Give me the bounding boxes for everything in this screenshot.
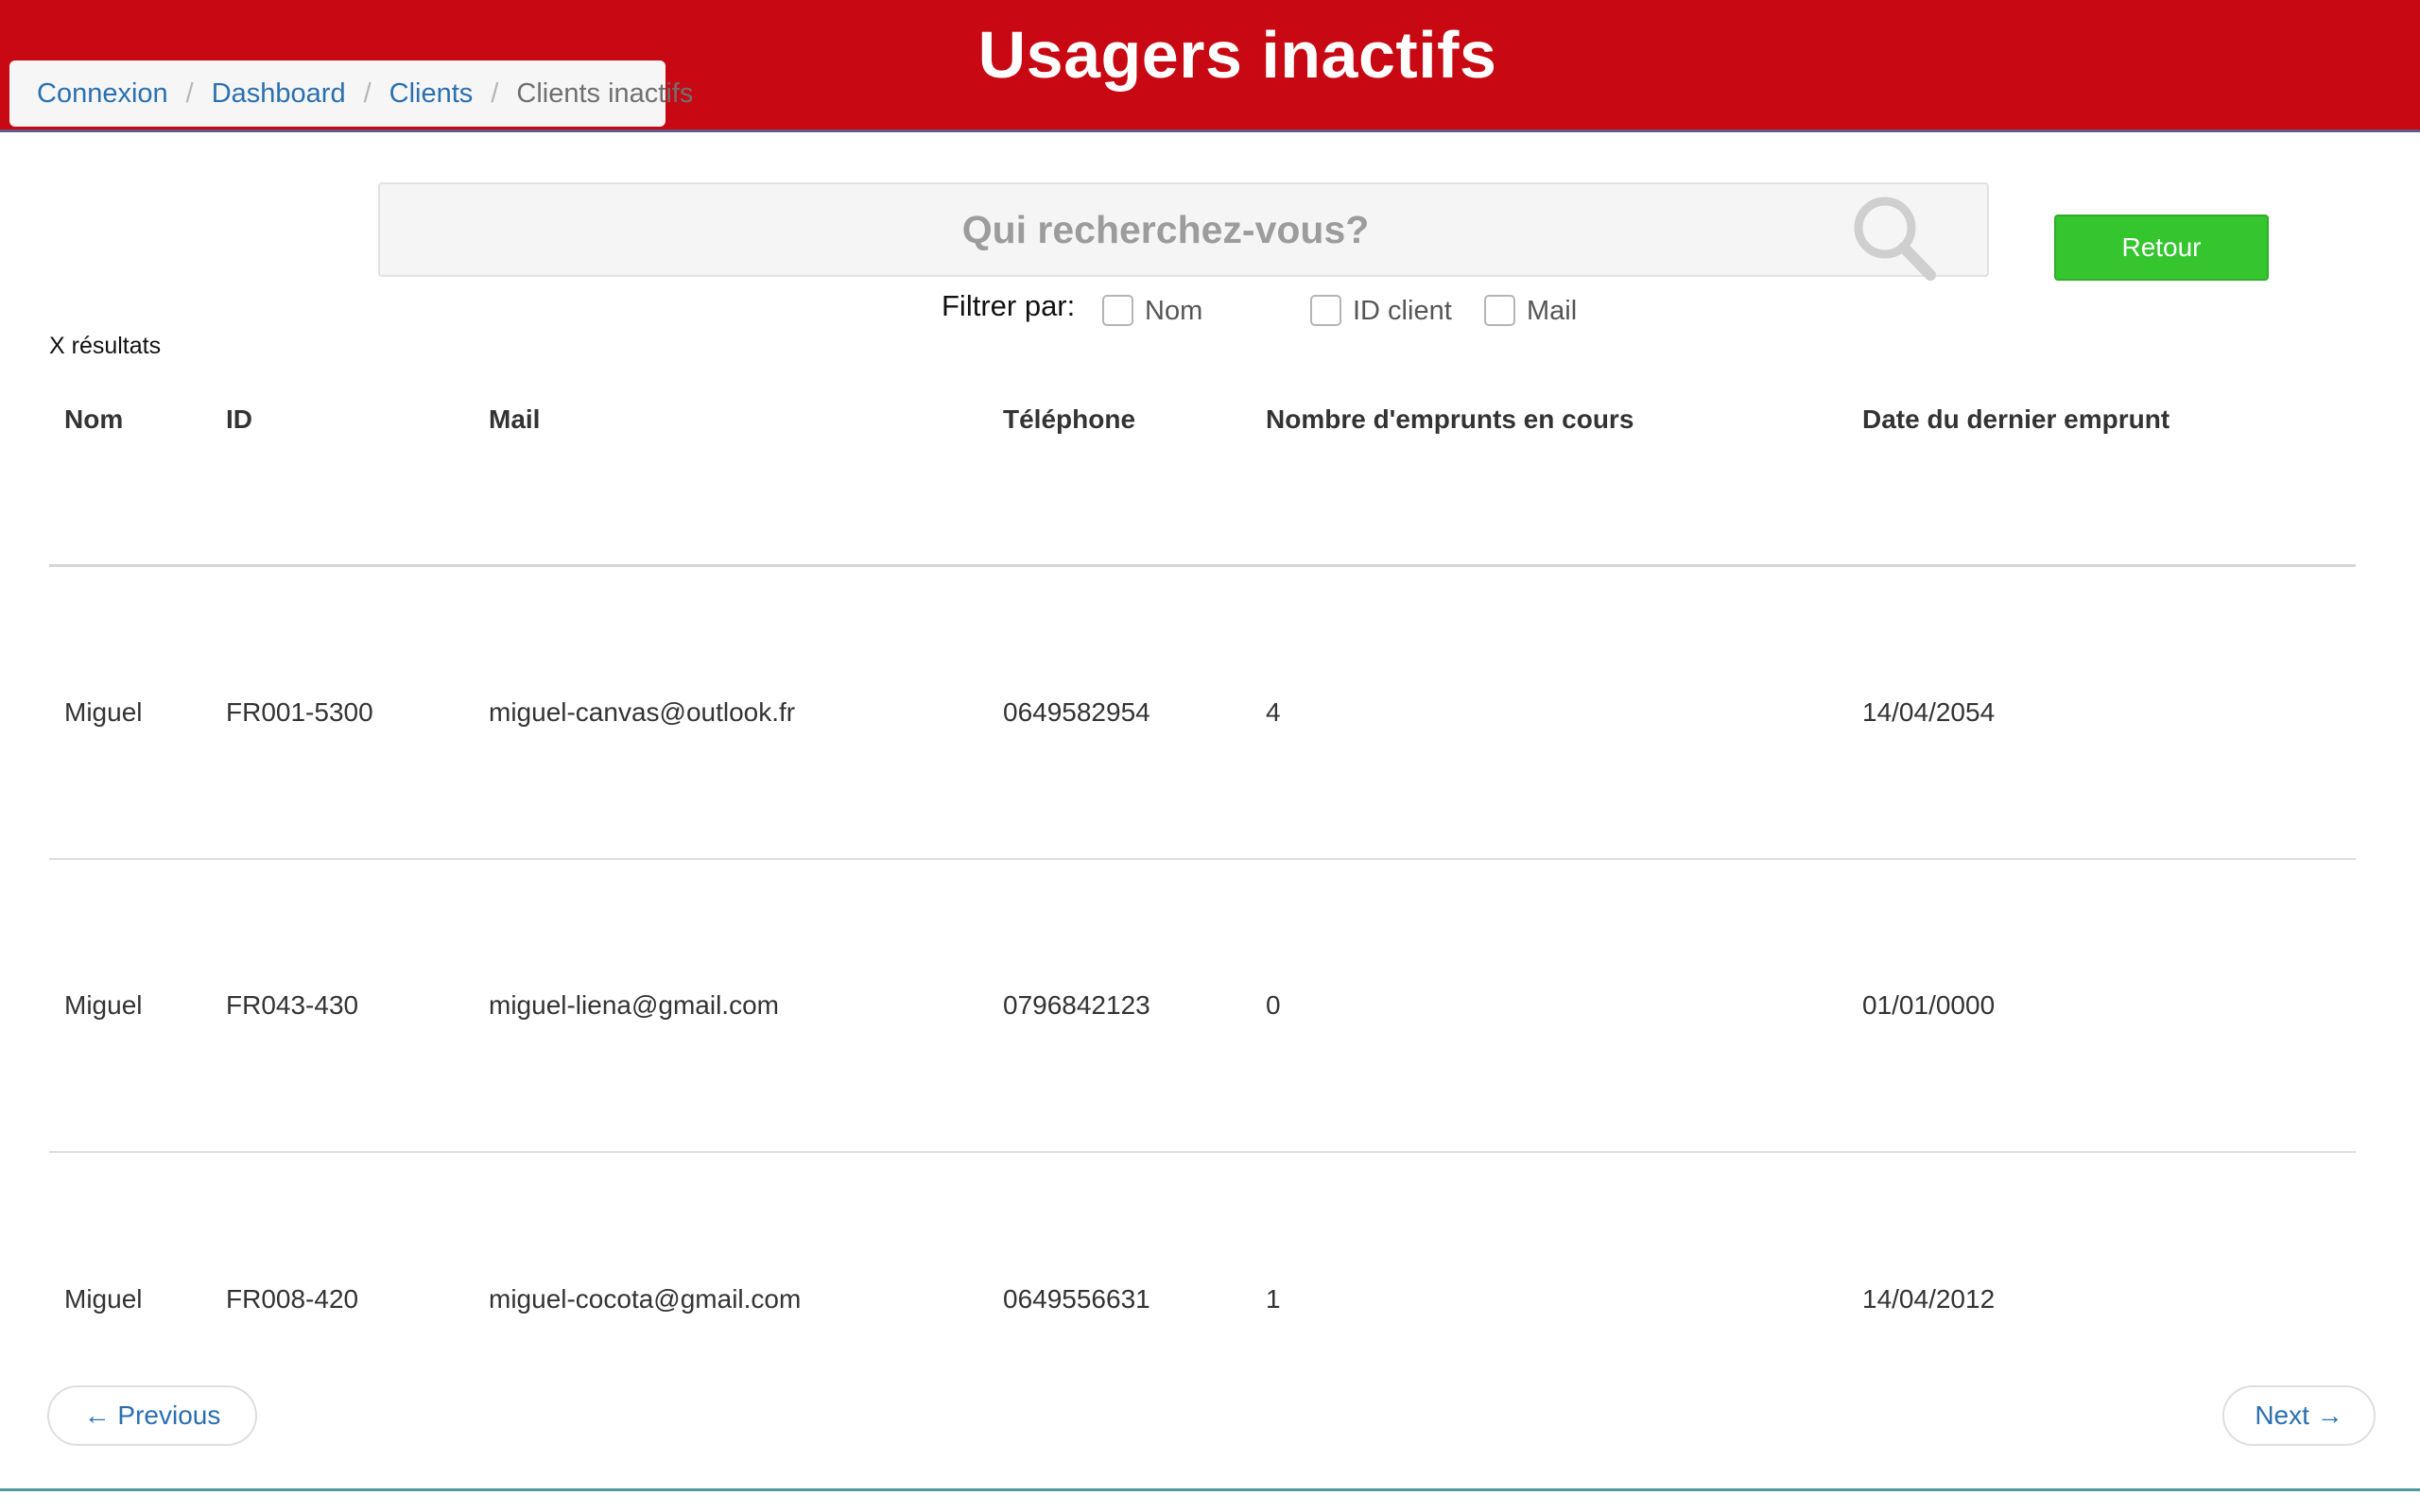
cell-nombre-emprunts: 0 xyxy=(1266,990,1281,1020)
cell-nom: Miguel xyxy=(64,1284,143,1314)
previous-page-button[interactable]: ← Previous xyxy=(47,1385,257,1446)
filter-label: Filtrer par: xyxy=(942,289,1076,322)
breadcrumb-link-clients[interactable]: Clients xyxy=(389,78,474,110)
cell-telephone: 0649582954 xyxy=(1003,697,1150,727)
search-input[interactable] xyxy=(380,184,1987,275)
cell-nom: Miguel xyxy=(64,990,143,1020)
retour-button[interactable]: Retour xyxy=(2054,215,2269,281)
cell-nombre-emprunts: 4 xyxy=(1266,697,1281,727)
breadcrumb-link-dashboard[interactable]: Dashboard xyxy=(212,78,346,110)
cell-date-dernier-emprunt: 14/04/2054 xyxy=(1862,697,1996,727)
cell-mail: miguel-liena@gmail.com xyxy=(489,990,779,1020)
search-icon[interactable] xyxy=(1845,190,1940,284)
breadcrumb-separator: / xyxy=(185,77,194,109)
filter-mail-label[interactable]: Mail xyxy=(1527,296,1577,327)
cell-date-dernier-emprunt: 14/04/2012 xyxy=(1862,1284,1996,1314)
cell-id: FR001-5300 xyxy=(226,697,373,727)
row-divider xyxy=(49,858,2356,860)
cell-nom: Miguel xyxy=(64,697,143,727)
filter-mail-checkbox[interactable] xyxy=(1484,295,1515,326)
cell-nombre-emprunts: 1 xyxy=(1266,1284,1281,1314)
filter-id-client-checkbox[interactable] xyxy=(1310,295,1341,326)
filter-id-client-label[interactable]: ID client xyxy=(1353,296,1452,327)
search-bar xyxy=(378,182,1989,281)
cell-mail: miguel-canvas@outlook.fr xyxy=(489,697,796,727)
filter-nom-label[interactable]: Nom xyxy=(1145,296,1202,327)
filter-nom-checkbox[interactable] xyxy=(1102,295,1133,326)
cell-id: FR008-420 xyxy=(226,1284,359,1314)
breadcrumb-link-connexion[interactable]: Connexion xyxy=(37,78,168,110)
page-title-text: Usagers inactifs xyxy=(977,18,1497,92)
column-header-date-dernier-emprunt[interactable]: Date du dernier emprunt xyxy=(1862,404,2169,435)
cell-telephone: 0796842123 xyxy=(1003,990,1150,1020)
cell-date-dernier-emprunt: 01/01/0000 xyxy=(1862,990,1996,1020)
breadcrumb-current: Clients inactifs xyxy=(516,77,694,109)
column-header-id[interactable]: ID xyxy=(226,404,252,435)
column-header-mail[interactable]: Mail xyxy=(489,404,540,435)
cell-id: FR043-430 xyxy=(226,990,359,1020)
column-header-nombre-emprunts[interactable]: Nombre d'emprunts en cours xyxy=(1266,404,1634,435)
header-divider xyxy=(0,129,2420,132)
column-header-nom[interactable]: Nom xyxy=(64,404,123,435)
cell-mail: miguel-cocota@gmail.com xyxy=(489,1284,802,1314)
cell-telephone: 0649556631 xyxy=(1003,1284,1150,1314)
bottom-divider xyxy=(0,1488,2420,1491)
breadcrumb-separator: / xyxy=(363,77,372,109)
results-count: X résultats xyxy=(49,333,162,359)
next-page-button[interactable]: Next → xyxy=(2222,1385,2376,1446)
breadcrumb: Connexion / Dashboard / Clients / Client… xyxy=(9,60,693,127)
page: Usagers inactifs Connexion / Dashboard /… xyxy=(0,0,2420,1512)
row-divider xyxy=(49,1151,2356,1153)
table-header-divider xyxy=(49,564,2356,567)
column-header-telephone[interactable]: Téléphone xyxy=(1003,404,1135,435)
breadcrumb-separator: / xyxy=(491,77,499,109)
